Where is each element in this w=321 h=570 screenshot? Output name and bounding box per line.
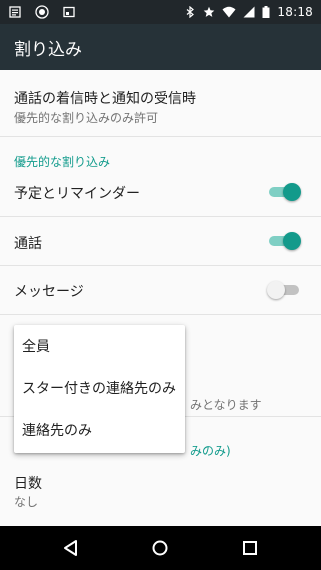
setting-title: 通話の着信時と通知の受信時: [14, 91, 196, 107]
navigation-bar: [0, 526, 321, 570]
calls-toggle[interactable]: [267, 231, 301, 251]
toggle-thumb: [267, 281, 285, 299]
menu-item-starred-contacts[interactable]: スター付きの連絡先のみ: [14, 367, 185, 409]
section-header-fragment: みのみ): [190, 444, 231, 458]
recents-icon[interactable]: [236, 534, 264, 562]
setting-title: 日数: [14, 476, 42, 492]
status-bar-right: 18:18: [184, 5, 321, 19]
toggle-thumb: [283, 232, 301, 250]
setting-summary: 優先的な割り込みのみ許可: [14, 111, 159, 125]
debug-icon: [35, 5, 49, 19]
status-bar-left: [0, 5, 75, 19]
notification-icon: [9, 6, 21, 18]
page-title: 割り込み: [14, 39, 82, 60]
signal-icon: [243, 6, 255, 18]
wifi-icon: [222, 6, 236, 18]
setting-days[interactable]: 日数 なし: [0, 458, 321, 526]
messages-toggle[interactable]: [267, 280, 301, 300]
settings-list: 通話の着信時と通知の受信時 優先的な割り込みのみ許可 優先的な割り込み 予定とリ…: [0, 70, 321, 526]
status-time: 18:18: [277, 5, 313, 19]
home-icon[interactable]: [146, 534, 174, 562]
toggle-thumb: [283, 183, 301, 201]
setting-summary-fragment: みとなります: [190, 398, 262, 412]
menu-item-contacts-only[interactable]: 連絡先のみ: [14, 409, 185, 451]
setting-messages[interactable]: メッセージ: [0, 266, 321, 315]
setting-reminders[interactable]: 予定とリマインダー: [0, 168, 321, 217]
messages-from-menu: 全員 スター付きの連絡先のみ 連絡先のみ: [14, 325, 185, 453]
setting-title: 予定とリマインダー: [14, 186, 140, 202]
setting-calls-notifications[interactable]: 通話の着信時と通知の受信時 優先的な割り込みのみ許可: [0, 70, 321, 137]
battery-icon: [262, 6, 270, 18]
back-icon[interactable]: [57, 534, 85, 562]
setting-title: 通話: [14, 236, 42, 252]
cast-icon: [63, 6, 75, 18]
bluetooth-icon: [187, 6, 195, 18]
app-bar: 割り込み: [0, 24, 321, 70]
setting-calls[interactable]: 通話: [0, 217, 321, 266]
menu-item-everyone[interactable]: 全員: [14, 325, 185, 367]
star-icon: [204, 6, 215, 17]
setting-title: メッセージ: [14, 284, 84, 300]
setting-summary: なし: [14, 495, 39, 509]
status-bar: 18:18: [0, 0, 321, 24]
reminders-toggle[interactable]: [267, 182, 301, 202]
